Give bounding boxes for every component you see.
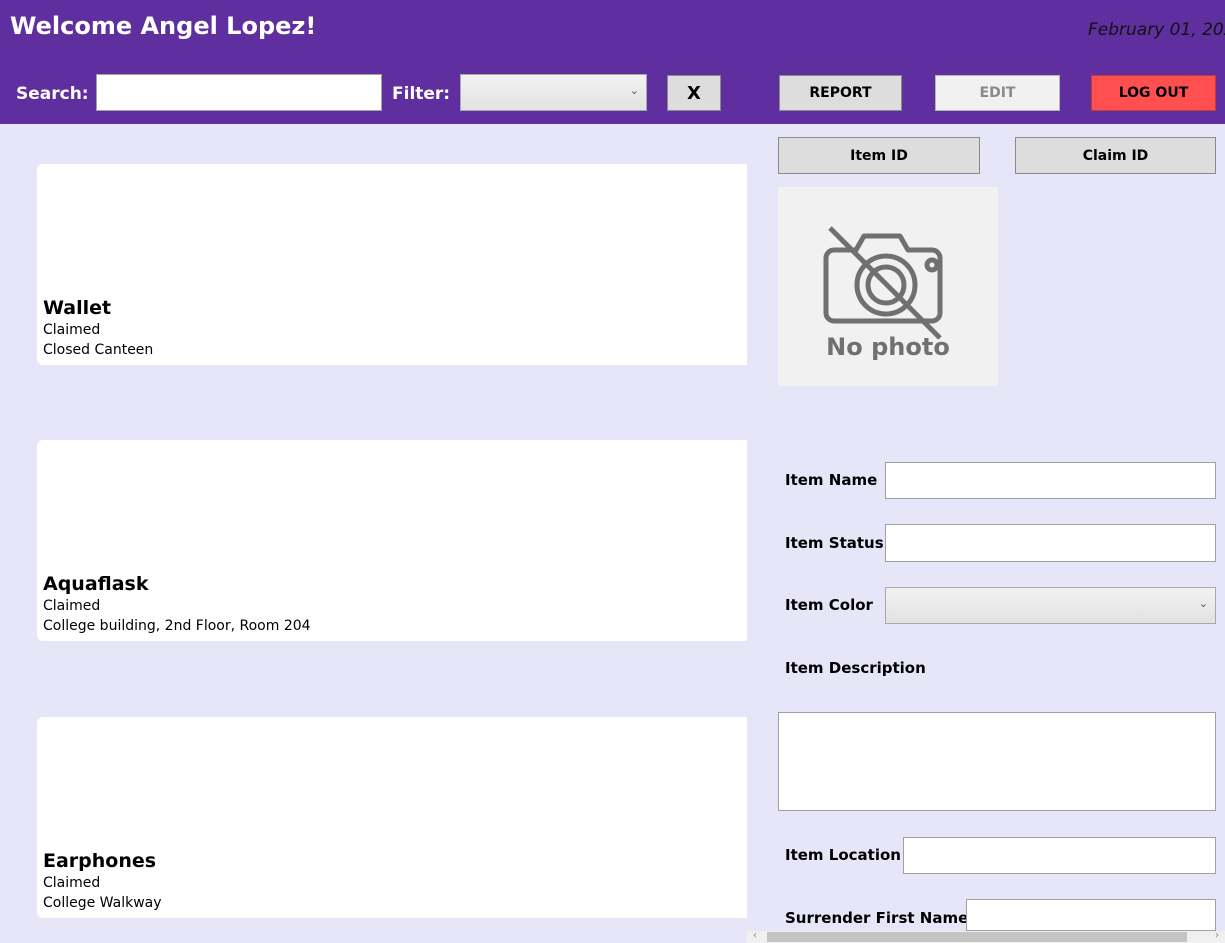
item-name: Earphones xyxy=(43,850,157,872)
item-status: Claimed xyxy=(43,322,101,338)
item-location: College building, 2nd Floor, Room 204 xyxy=(43,618,311,634)
item-status-label: Item Status xyxy=(785,534,884,552)
item-description-label: Item Description xyxy=(785,659,926,677)
search-label: Search: xyxy=(16,84,89,104)
filter-label: Filter: xyxy=(392,84,451,104)
surrender-first-name-label: Surrender First Name xyxy=(785,909,969,927)
item-name-field[interactable] xyxy=(885,462,1216,499)
header-bar: Welcome Angel Lopez! February 01, 2025 S… xyxy=(0,0,1225,124)
item-color-dropdown[interactable]: ⌄ xyxy=(885,587,1216,624)
item-id-button[interactable]: Item ID xyxy=(778,137,980,174)
list-item[interactable]: Aquaflask Claimed College building, 2nd … xyxy=(37,440,747,641)
welcome-title: Welcome Angel Lopez! xyxy=(10,12,317,40)
surrender-first-name-field[interactable] xyxy=(966,899,1216,931)
list-item[interactable]: Earphones Claimed College Walkway xyxy=(37,717,747,918)
item-list: Wallet Claimed Closed Canteen Aquaflask … xyxy=(0,124,747,943)
item-location: College Walkway xyxy=(43,895,162,911)
search-input[interactable] xyxy=(96,74,382,111)
current-date: February 01, 2025 xyxy=(1088,20,1225,40)
item-status: Claimed xyxy=(43,598,101,614)
list-item[interactable]: Wallet Claimed Closed Canteen xyxy=(37,164,747,365)
item-location-label: Item Location xyxy=(785,846,901,864)
scrollbar-thumb[interactable] xyxy=(767,932,1187,942)
item-color-label: Item Color xyxy=(785,596,873,614)
item-photo: No photo xyxy=(778,187,998,386)
item-description-field[interactable] xyxy=(778,712,1216,811)
filter-dropdown[interactable]: ⌄ xyxy=(460,74,647,111)
scroll-left-icon[interactable]: ‹ xyxy=(753,930,757,941)
claim-id-button[interactable]: Claim ID xyxy=(1015,137,1216,174)
horizontal-scrollbar[interactable]: ‹ › xyxy=(747,930,1225,943)
chevron-down-icon: ⌄ xyxy=(629,84,639,97)
chevron-down-icon: ⌄ xyxy=(1198,597,1208,610)
item-status-field[interactable] xyxy=(885,524,1216,562)
edit-button[interactable]: EDIT xyxy=(935,75,1060,111)
logout-button[interactable]: LOG OUT xyxy=(1091,75,1216,111)
item-status: Claimed xyxy=(43,875,101,891)
item-name: Wallet xyxy=(43,297,112,319)
item-location: Closed Canteen xyxy=(43,342,154,358)
report-button[interactable]: REPORT xyxy=(779,75,902,111)
item-location-field[interactable] xyxy=(903,837,1216,874)
item-name-label: Item Name xyxy=(785,471,878,489)
scroll-right-icon[interactable]: › xyxy=(1215,930,1219,941)
no-photo-text: No photo xyxy=(826,333,950,361)
no-photo-icon: No photo xyxy=(823,226,950,361)
item-detail-panel: Item ID Claim ID No photo Item Name Item… xyxy=(747,124,1225,943)
clear-filter-button[interactable]: X xyxy=(667,75,721,111)
item-name: Aquaflask xyxy=(43,573,149,595)
